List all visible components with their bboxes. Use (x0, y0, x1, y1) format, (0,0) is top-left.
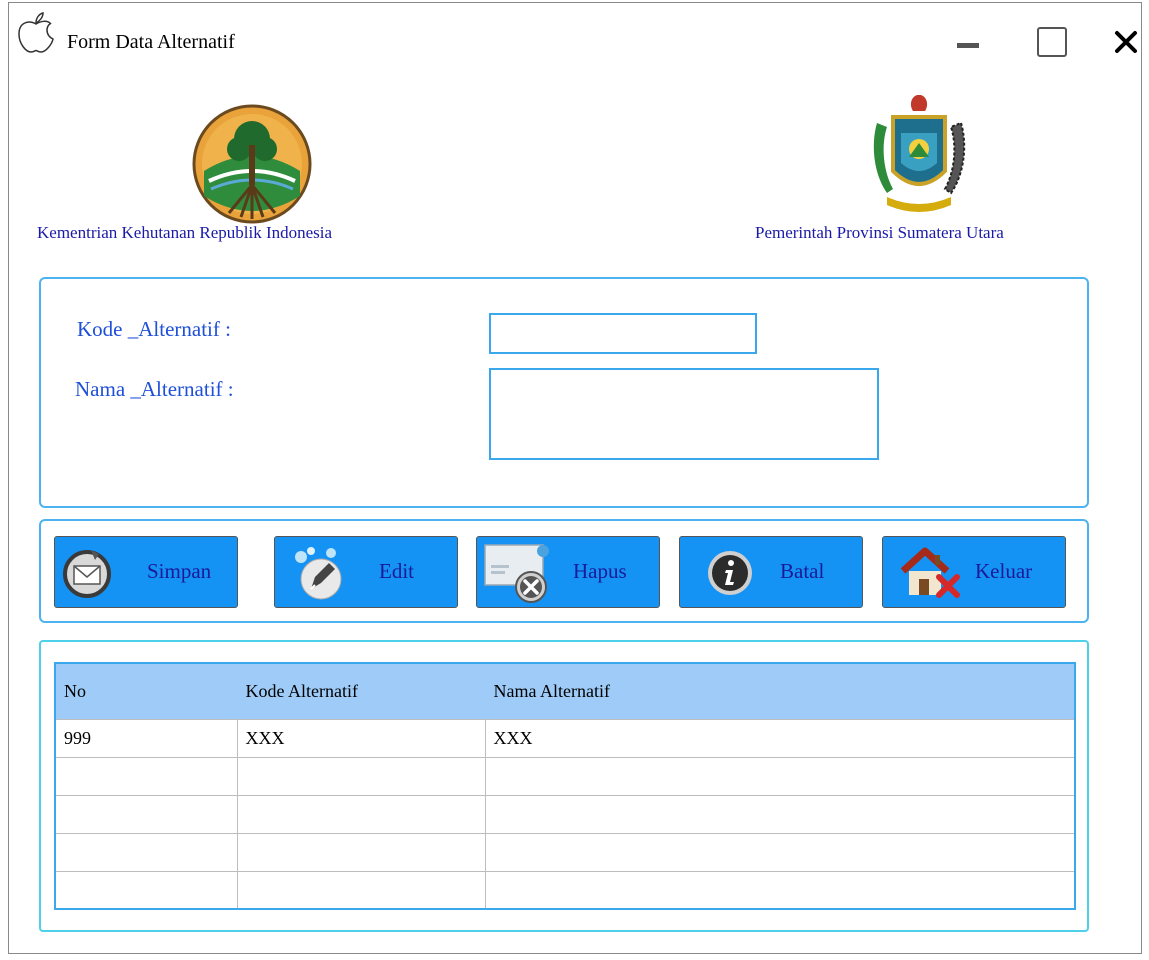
table-panel: No Kode Alternatif Nama Alternatif 999 X… (39, 640, 1089, 932)
cell-nama[interactable]: XXX (484, 718, 1075, 757)
title-bar[interactable]: Form Data Alternatif (9, 3, 1141, 71)
close-button[interactable] (1109, 25, 1143, 59)
exit-house-icon (900, 547, 960, 598)
sumatera-utara-logo (873, 95, 966, 212)
keluar-button[interactable]: Keluar (882, 536, 1066, 608)
nama-alternatif-input[interactable] (489, 368, 879, 460)
cell-no[interactable]: 999 (55, 718, 237, 757)
left-org-label: Kementrian Kehutanan Republik Indonesia (37, 223, 333, 242)
batal-button[interactable]: Batal (679, 536, 863, 608)
form-panel: Kode _Alternatif : Nama _Alternatif : (39, 277, 1089, 508)
minimize-button[interactable] (951, 25, 985, 59)
table-row[interactable] (55, 832, 1075, 871)
edit-button[interactable]: Edit (274, 536, 458, 608)
edit-pencil-icon (295, 547, 342, 600)
cell-nama[interactable] (484, 756, 1075, 795)
right-org-label: Pemerintah Provinsi Sumatera Utara (755, 223, 1004, 242)
hapus-label: Hapus (573, 559, 627, 583)
keluar-label: Keluar (975, 559, 1033, 583)
cell-kode[interactable] (236, 832, 485, 871)
delete-mail-icon (484, 544, 549, 603)
hapus-button[interactable]: Hapus (476, 536, 660, 608)
envelope-icon (63, 550, 111, 598)
cell-kode[interactable] (236, 870, 485, 909)
table-row[interactable] (55, 756, 1075, 795)
form-window: Form Data Alternatif Kementrian Kehutana… (8, 2, 1142, 954)
table-row[interactable]: 999 XXX XXX (55, 718, 1075, 757)
cell-kode[interactable] (236, 756, 485, 795)
simpan-button[interactable]: Simpan (54, 536, 238, 608)
apple-icon (18, 12, 54, 53)
minimize-icon (957, 42, 979, 48)
cell-no[interactable] (55, 870, 237, 909)
column-header-kode[interactable]: Kode Alternatif (236, 663, 485, 719)
cell-nama[interactable] (484, 832, 1075, 871)
window-title: Form Data Alternatif (67, 31, 235, 53)
cell-no[interactable] (55, 794, 237, 833)
table-row[interactable] (55, 870, 1075, 909)
kode-alternatif-input[interactable] (489, 313, 757, 354)
buttons-panel: Simpan Edit Hapus Batal Keluar (39, 519, 1089, 623)
cell-no[interactable] (55, 832, 237, 871)
cell-kode[interactable]: XXX (236, 718, 485, 757)
column-header-no[interactable]: No (55, 663, 237, 719)
maximize-button[interactable] (1035, 25, 1069, 59)
table-header-row: No Kode Alternatif Nama Alternatif (55, 663, 1075, 719)
kementrian-kehutanan-logo (192, 104, 312, 224)
batal-label: Batal (780, 559, 825, 583)
maximize-icon (1037, 27, 1067, 57)
simpan-label: Simpan (147, 559, 212, 583)
cell-no[interactable] (55, 756, 237, 795)
alternatif-table[interactable]: No Kode Alternatif Nama Alternatif 999 X… (54, 662, 1076, 910)
close-icon (1115, 31, 1137, 53)
kode-alternatif-label: Kode _Alternatif : (77, 317, 231, 341)
edit-label: Edit (379, 559, 414, 583)
table-row[interactable] (55, 794, 1075, 833)
cell-kode[interactable] (236, 794, 485, 833)
cell-nama[interactable] (484, 870, 1075, 909)
info-icon (708, 551, 752, 595)
column-header-nama[interactable]: Nama Alternatif (484, 663, 1075, 719)
cell-nama[interactable] (484, 794, 1075, 833)
nama-alternatif-label: Nama _Alternatif : (75, 377, 234, 401)
